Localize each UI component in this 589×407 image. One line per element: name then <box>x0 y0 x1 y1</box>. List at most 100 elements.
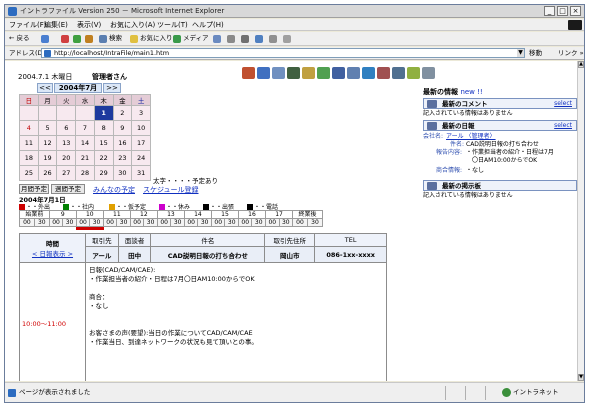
calendar-day[interactable]: 10 <box>131 120 151 136</box>
messenger-icon[interactable] <box>283 35 291 43</box>
scroll-down-icon[interactable]: ▼ <box>578 374 584 381</box>
calendar-day[interactable]: 14 <box>75 135 95 151</box>
calendar-day[interactable]: 5 <box>37 120 58 136</box>
stop-icon[interactable] <box>61 35 69 43</box>
vertical-scrollbar[interactable]: ▲ ▼ <box>577 61 584 381</box>
refresh-icon[interactable] <box>73 35 81 43</box>
report-app-icon[interactable] <box>287 67 300 79</box>
calendar-day[interactable]: 31 <box>131 165 151 181</box>
address-app-icon[interactable] <box>362 67 375 79</box>
mail-icon[interactable] <box>227 35 235 43</box>
calendar-day[interactable]: 15 <box>93 135 114 151</box>
calendar-day[interactable]: 13 <box>56 135 77 151</box>
monthly-schedule-button[interactable]: 月間予定 <box>19 184 49 194</box>
address-input[interactable]: http://localhost/IntraFile/main1.htm <box>41 48 525 58</box>
next-month-button[interactable]: >> <box>103 83 121 93</box>
forward-icon[interactable] <box>41 35 49 43</box>
schedule-register-link[interactable]: スケジュール登録 <box>143 185 199 195</box>
report-company-link[interactable]: アール 〈管理者〉 <box>446 133 496 141</box>
calendar-day[interactable]: 26 <box>37 165 58 181</box>
links-button[interactable]: リンク » <box>558 49 584 58</box>
calendar-day[interactable]: 28 <box>75 165 95 181</box>
favorites-icon[interactable] <box>130 35 138 43</box>
calendar-day[interactable]: 2 <box>112 105 133 121</box>
calendar-day[interactable]: 25 <box>19 165 39 181</box>
calendar-day[interactable]: 23 <box>112 150 133 166</box>
maximize-button[interactable]: □ <box>557 6 568 16</box>
calendar-day <box>37 105 58 121</box>
minute-label: 30 <box>251 218 266 227</box>
hour-label: 9 <box>48 210 77 219</box>
page-done-icon <box>8 389 16 397</box>
close-button[interactable]: × <box>570 6 581 16</box>
report-detail-line: ・作業担当者の紹介・日程は7月 <box>466 149 554 156</box>
report-detail-label: 報告内容: <box>436 149 463 156</box>
media-button[interactable]: メディア <box>183 34 209 43</box>
go-button[interactable]: 移動 <box>529 49 542 58</box>
latest-report-box: 最新の日報 select <box>423 120 577 131</box>
schedule-app-icon[interactable] <box>257 67 270 79</box>
calendar-day[interactable]: 9 <box>112 120 133 136</box>
calendar-app-icon[interactable] <box>272 67 285 79</box>
calendar-day-today[interactable]: 1 <box>93 105 114 121</box>
edit-icon[interactable] <box>255 35 263 43</box>
settings-app-icon[interactable] <box>407 67 420 79</box>
minute-label: 00 <box>156 218 172 227</box>
calendar-day[interactable]: 21 <box>75 150 95 166</box>
todo-app-icon[interactable] <box>392 67 405 79</box>
schedule-body: 日報(CAD/CAM/CAE): ・作業担当者の紹介・日程は7月〇日AM10:0… <box>85 262 387 381</box>
report-select-link[interactable]: select <box>554 122 572 130</box>
comment-select-link[interactable]: select <box>554 100 572 108</box>
search-button[interactable]: 検索 <box>109 34 122 43</box>
time-grid: 始業前 9 10 11 12 13 14 15 16 17 終業後 00 30 … <box>19 210 324 227</box>
memo-app-icon[interactable] <box>302 67 315 79</box>
mail-app-icon[interactable] <box>332 67 345 79</box>
home-icon[interactable] <box>85 35 93 43</box>
weekly-schedule-button[interactable]: 週間予定 <box>51 184 85 194</box>
prev-month-button[interactable]: << <box>37 83 53 93</box>
calendar-day[interactable]: 20 <box>56 150 77 166</box>
print-icon[interactable] <box>241 35 249 43</box>
menu-favorites[interactable]: お気に入り(A) <box>110 21 155 29</box>
calendar-day[interactable]: 17 <box>131 135 151 151</box>
search-icon[interactable] <box>99 35 107 43</box>
media-icon[interactable] <box>173 35 181 43</box>
favorites-button[interactable]: お気に入り <box>140 34 173 43</box>
board-app-icon[interactable] <box>317 67 330 79</box>
calendar-day[interactable]: 18 <box>19 150 39 166</box>
calendar-day[interactable]: 29 <box>93 165 114 181</box>
report-subject-label: 件名: <box>450 141 465 148</box>
calendar-day[interactable]: 12 <box>37 135 58 151</box>
calendar-day[interactable]: 7 <box>75 120 95 136</box>
calendar-day[interactable]: 3 <box>131 105 151 121</box>
calendar-day[interactable]: 22 <box>93 150 114 166</box>
calendar-day[interactable]: 8 <box>93 120 114 136</box>
status-divider <box>465 386 466 400</box>
discuss-icon[interactable] <box>269 35 277 43</box>
back-button[interactable]: ← 戻る <box>9 34 30 43</box>
calendar-day[interactable]: 4 <box>19 120 39 136</box>
menu-file[interactable]: ファイル(F) <box>9 21 47 29</box>
calendar-day[interactable]: 27 <box>56 165 77 181</box>
menu-help[interactable]: ヘルプ(H) <box>192 21 224 29</box>
daily-report-link[interactable]: < 日報表示 > <box>22 248 83 258</box>
calendar-legend-note: 太字・・・・予定あり <box>153 177 218 185</box>
everyone-schedule-link[interactable]: みんなの予定 <box>93 185 135 195</box>
calendar-day[interactable]: 11 <box>19 135 39 151</box>
file-app-icon[interactable] <box>347 67 360 79</box>
history-icon[interactable] <box>213 35 221 43</box>
calendar-day[interactable]: 19 <box>37 150 58 166</box>
calendar-day[interactable]: 24 <box>131 150 151 166</box>
menu-tools[interactable]: ツール(T) <box>157 21 188 29</box>
calendar-day[interactable]: 6 <box>56 120 77 136</box>
address-dropdown-icon[interactable]: ▼ <box>517 49 524 57</box>
calendar-day[interactable]: 30 <box>112 165 133 181</box>
facility-app-icon[interactable] <box>377 67 390 79</box>
home-app-icon[interactable] <box>242 67 255 79</box>
minimize-button[interactable]: _ <box>544 6 555 16</box>
logout-app-icon[interactable] <box>422 67 435 79</box>
calendar-day[interactable]: 16 <box>112 135 133 151</box>
menu-edit[interactable]: 編集(E) <box>44 21 68 29</box>
menu-view[interactable]: 表示(V) <box>77 21 101 29</box>
scroll-up-icon[interactable]: ▲ <box>578 61 584 68</box>
